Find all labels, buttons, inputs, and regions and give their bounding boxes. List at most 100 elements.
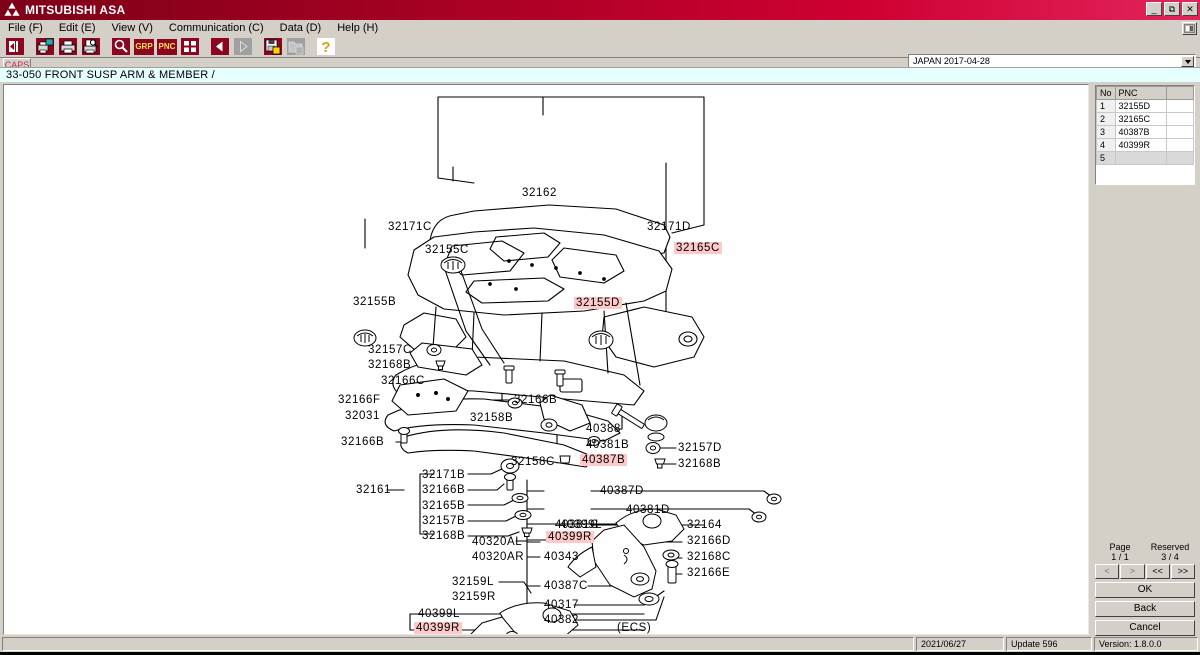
part-label[interactable]: 32168B xyxy=(368,359,411,371)
table-row[interactable]: 4 40399R xyxy=(1096,138,1194,152)
part-label-highlighted[interactable]: 40399R xyxy=(546,531,594,543)
part-label[interactable]: 32165B xyxy=(422,500,465,512)
part-label[interactable]: 40387D xyxy=(600,485,644,497)
help-button[interactable]: ? xyxy=(315,37,337,57)
chevron-down-icon[interactable] xyxy=(1181,56,1194,67)
restore-button[interactable]: ⧉ xyxy=(1164,2,1180,16)
part-label-highlighted[interactable]: 40387B xyxy=(580,454,628,466)
part-label[interactable]: 32168C xyxy=(687,551,731,563)
cancel-button[interactable]: Cancel xyxy=(1095,620,1195,636)
menu-file[interactable]: File (F) xyxy=(0,21,51,36)
table-row[interactable]: 1 32155D xyxy=(1096,99,1194,113)
menu-communication[interactable]: Communication (C) xyxy=(161,21,272,36)
part-label[interactable]: 40388 xyxy=(586,423,621,435)
next-page-button[interactable]: > xyxy=(1120,564,1145,579)
index-page-button[interactable] xyxy=(4,37,26,57)
back-button[interactable] xyxy=(209,37,231,57)
cell-pnc[interactable]: 32165C xyxy=(1114,112,1167,126)
ok-button[interactable]: OK xyxy=(1095,582,1195,598)
part-label[interactable]: 32161 xyxy=(356,484,391,496)
part-label[interactable]: 32166B xyxy=(341,436,384,448)
cell-pnc[interactable]: 40399R xyxy=(1114,138,1167,152)
part-label[interactable]: 40320AL xyxy=(472,536,522,548)
part-label[interactable]: 32157D xyxy=(678,442,722,454)
cell-extra xyxy=(1165,125,1194,139)
next-reserved-button[interactable]: >> xyxy=(1170,564,1195,579)
part-label[interactable]: 32031 xyxy=(345,410,380,422)
print-search-button[interactable] xyxy=(80,37,102,57)
part-label[interactable]: 40317 xyxy=(544,599,579,611)
part-label[interactable]: 32166C xyxy=(381,375,425,387)
part-label[interactable]: 40320AR xyxy=(472,551,524,563)
table-row[interactable]: 3 40387B xyxy=(1096,125,1194,139)
breadcrumb: 33-050 FRONT SUSP ARM & MEMBER / xyxy=(0,67,1200,82)
print-button[interactable] xyxy=(57,37,79,57)
prev-reserved-button[interactable]: << xyxy=(1145,564,1170,579)
part-label[interactable]: 40387C xyxy=(544,580,588,592)
table-row[interactable]: 2 32165C xyxy=(1096,112,1194,126)
save-button[interactable] xyxy=(262,37,284,57)
group-search-button[interactable]: GRP xyxy=(133,37,155,57)
part-label-highlighted[interactable]: 32155D xyxy=(574,297,622,309)
zoom-button[interactable] xyxy=(110,37,132,57)
market-selector[interactable]: JAPAN 2017-04-28 xyxy=(908,54,1196,68)
cell-pnc[interactable]: 40387B xyxy=(1114,125,1167,139)
part-label[interactable]: 32158B xyxy=(470,412,513,424)
printer-search-icon xyxy=(82,38,100,55)
part-label[interactable]: 32166E xyxy=(687,567,730,579)
four-squares-icon xyxy=(181,38,199,55)
part-label[interactable]: 32159R xyxy=(452,591,496,603)
column-header-no: No xyxy=(1096,86,1116,100)
part-label[interactable]: 32157C xyxy=(368,344,412,356)
part-label[interactable]: 32158C xyxy=(511,456,555,468)
part-label[interactable]: 32166D xyxy=(687,535,731,547)
menu-help[interactable]: Help (H) xyxy=(329,21,386,36)
mdi-restore-icon[interactable] xyxy=(1182,22,1197,35)
part-label[interactable]: 40399L xyxy=(560,519,602,531)
part-label[interactable]: 32166F xyxy=(338,394,381,406)
cell-pnc[interactable]: 32155D xyxy=(1114,99,1167,113)
open-button[interactable] xyxy=(285,37,307,57)
sidebar: No PNC 1 32155D 2 32165C 3 40387B 4 4039… xyxy=(1092,84,1198,636)
part-label-highlighted[interactable]: 32165C xyxy=(674,242,722,254)
diagram-canvas[interactable]: 32162 32171C 32171D 32165C 32155C 32155D… xyxy=(3,84,1089,635)
part-label[interactable]: 32171C xyxy=(388,221,432,233)
part-label[interactable]: 32166B xyxy=(514,394,557,406)
menu-data[interactable]: Data (D) xyxy=(272,21,330,36)
back-button[interactable]: Back xyxy=(1095,601,1195,617)
page-label: Page xyxy=(1109,542,1131,552)
thumbnail-view-button[interactable] xyxy=(179,37,201,57)
cell-pnc[interactable] xyxy=(1114,151,1167,165)
close-button[interactable]: ✕ xyxy=(1182,2,1198,16)
menu-view[interactable]: View (V) xyxy=(104,21,161,36)
part-label[interactable]: 32171D xyxy=(647,221,691,233)
part-label[interactable]: 32162 xyxy=(522,187,557,199)
part-label[interactable]: 32159L xyxy=(452,576,494,588)
part-label[interactable]: 32155B xyxy=(353,296,396,308)
prev-page-button[interactable]: < xyxy=(1095,564,1120,579)
print-preview-button[interactable] xyxy=(34,37,56,57)
part-label[interactable]: 40399L xyxy=(418,608,460,620)
part-label[interactable]: 32164 xyxy=(687,519,722,531)
part-label[interactable]: 40343 xyxy=(544,551,579,563)
minimize-button[interactable]: _ xyxy=(1146,2,1162,16)
part-label[interactable]: 32157B xyxy=(422,515,465,527)
part-label[interactable]: 32155C xyxy=(425,244,469,256)
part-label[interactable]: 32168B xyxy=(422,530,465,542)
part-label[interactable]: 40382 xyxy=(544,614,579,626)
part-label[interactable]: 40381D xyxy=(626,504,670,516)
part-label-highlighted[interactable]: 40399R xyxy=(414,622,462,634)
part-label[interactable]: 32166B xyxy=(422,484,465,496)
part-label[interactable]: 32171B xyxy=(422,469,465,481)
table-row[interactable]: 5 xyxy=(1096,151,1194,165)
cell-extra xyxy=(1165,112,1194,126)
forward-button[interactable] xyxy=(232,37,254,57)
status-update: Update 596 xyxy=(1006,637,1092,651)
menu-edit[interactable]: Edit (E) xyxy=(51,21,104,36)
page-label-group: Page 1 / 1 xyxy=(1095,542,1145,562)
pnc-search-button[interactable]: PNC xyxy=(156,37,178,57)
part-label[interactable]: (ECS) xyxy=(617,622,651,634)
pnc-table[interactable]: No PNC 1 32155D 2 32165C 3 40387B 4 4039… xyxy=(1095,85,1195,185)
part-label[interactable]: 32168B xyxy=(678,458,721,470)
part-label[interactable]: 40381B xyxy=(586,439,629,451)
